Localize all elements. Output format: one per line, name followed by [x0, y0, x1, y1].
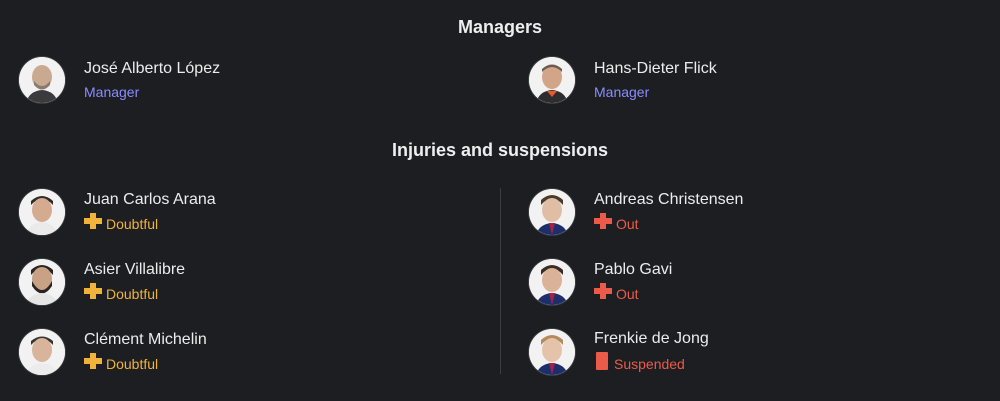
- player-name: Juan Carlos Arana: [84, 191, 216, 208]
- status-label: Doubtful: [106, 215, 159, 232]
- manager-role: Manager: [594, 83, 650, 100]
- avatar: [529, 189, 575, 235]
- injuries-heading: Injuries and suspensions: [391, 140, 609, 160]
- injury-item[interactable]: Pablo Gavi Out: [529, 257, 672, 307]
- plus-icon: [594, 213, 612, 234]
- player-name: Andreas Christensen: [594, 191, 744, 208]
- avatar: [19, 259, 65, 305]
- status-badge: Doubtful: [84, 213, 216, 234]
- avatar: [19, 57, 65, 103]
- status-badge: Doubtful: [84, 283, 185, 304]
- status-label: Out: [616, 285, 639, 302]
- plus-icon: [84, 283, 102, 304]
- status-label: Doubtful: [106, 355, 159, 372]
- player-name: Pablo Gavi: [594, 261, 673, 278]
- player-name: Clément Michelin: [84, 331, 207, 348]
- status-badge: Doubtful: [84, 353, 207, 374]
- status-label: Suspended: [614, 355, 685, 372]
- injury-item[interactable]: Andreas Christensen Out: [529, 187, 743, 237]
- manager-name: José Alberto López: [84, 59, 221, 77]
- injury-item[interactable]: Frenkie de Jong Suspended: [529, 327, 709, 377]
- avatar: [19, 189, 65, 235]
- player-name: Frenkie de Jong: [594, 330, 709, 347]
- manager-name: Hans-Dieter Flick: [594, 59, 717, 77]
- injury-item[interactable]: Asier Villalibre Doubtful: [19, 257, 185, 307]
- manager-item-lopez[interactable]: José Alberto López Manager: [19, 55, 220, 105]
- status-label: Out: [616, 215, 639, 232]
- status-badge: Out: [594, 283, 672, 304]
- status-badge: Suspended: [594, 352, 709, 375]
- managers-heading: Managers: [457, 17, 543, 37]
- plus-icon: [594, 283, 612, 304]
- manager-role: Manager: [84, 83, 140, 100]
- avatar: [529, 329, 575, 375]
- avatar: [529, 57, 575, 103]
- status-badge: Out: [594, 213, 743, 234]
- manager-item-flick[interactable]: Hans-Dieter Flick Manager: [529, 55, 717, 105]
- injury-item[interactable]: Juan Carlos Arana Doubtful: [19, 187, 216, 237]
- plus-icon: [84, 353, 102, 374]
- avatar: [529, 259, 575, 305]
- injury-item[interactable]: Clément Michelin Doubtful: [19, 327, 207, 377]
- column-divider: [500, 188, 501, 374]
- red-card-icon: [594, 352, 610, 375]
- plus-icon: [84, 213, 102, 234]
- status-label: Doubtful: [106, 285, 159, 302]
- player-name: Asier Villalibre: [84, 261, 186, 278]
- avatar: [19, 329, 65, 375]
